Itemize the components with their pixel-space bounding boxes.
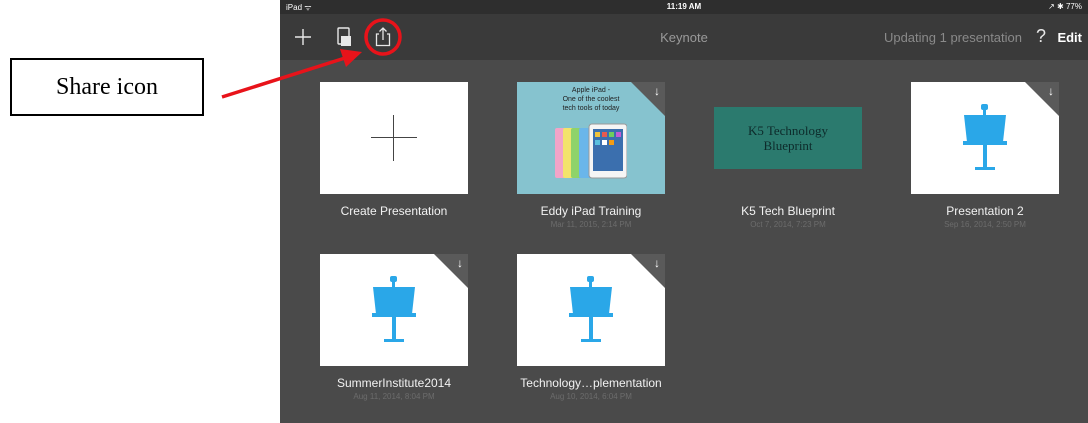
presentation-thumbnail[interactable]: K5 Technology Blueprint (714, 82, 862, 194)
tile-title: Technology…plementation (520, 376, 662, 390)
create-thumbnail[interactable] (320, 82, 468, 194)
thumbnail-caption: K5 Technology Blueprint (747, 123, 829, 153)
k5-slide: K5 Technology Blueprint (714, 107, 862, 169)
battery-status: ↗ ✱ 77% (1048, 2, 1082, 11)
tile-date: Aug 11, 2014, 8:04 PM (353, 392, 435, 401)
create-presentation-tile[interactable]: Create Presentation (320, 82, 468, 218)
callout-label: Share icon (56, 73, 158, 100)
status-bar: iPad ᯤ 11:19 AM ↗ ✱ 77% (280, 0, 1088, 14)
share-icon-callout: Share icon (10, 58, 204, 116)
tile-date: Oct 7, 2014, 7:23 PM (750, 220, 826, 229)
tile-title: SummerInstitute2014 (336, 376, 452, 390)
keynote-icon (372, 276, 416, 342)
tile-title: K5 Tech Blueprint (741, 204, 835, 218)
tile-title: Create Presentation (340, 204, 448, 218)
tile-date: Mar 11, 2015, 2:14 PM (550, 220, 632, 229)
thumbnail-caption: Apple iPad - One of the coolest tech too… (562, 87, 620, 112)
download-icon[interactable]: ↓ (654, 84, 660, 98)
presentation-thumbnail[interactable]: ↓ (517, 254, 665, 366)
tile-date: Aug 10, 2014, 6:04 PM (550, 392, 632, 401)
tile-date: Sep 16, 2014, 2:50 PM (944, 220, 1026, 229)
help-button[interactable]: ? (1036, 26, 1046, 47)
ipad-devices-image (555, 123, 627, 179)
download-icon[interactable]: ↓ (654, 256, 660, 270)
presentation-tile[interactable]: Apple iPad - One of the coolest tech too… (517, 82, 665, 229)
presentation-tile[interactable]: ↓ SummerInstitute2014 Aug 11, 2014, 8:04… (320, 254, 468, 401)
presentation-thumbnail[interactable]: ↓ (320, 254, 468, 366)
plus-icon (371, 115, 417, 161)
presentation-thumbnail[interactable]: ↓ (911, 82, 1059, 194)
keynote-icon (569, 276, 613, 342)
clock: 11:19 AM (666, 2, 702, 11)
keynote-icon (963, 104, 1007, 170)
presentation-tile[interactable]: ↓ Technology…plementation Aug 10, 2014, … (517, 254, 665, 401)
download-icon[interactable]: ↓ (1048, 84, 1054, 98)
toolbar: Keynote Updating 1 presentation ? Edit (280, 14, 1088, 60)
ipad-screen: iPad ᯤ 11:19 AM ↗ ✱ 77% Keynote Updating… (280, 0, 1088, 423)
tile-title: Eddy iPad Training (540, 204, 642, 218)
presentation-tile[interactable]: K5 Technology Blueprint K5 Tech Blueprin… (714, 82, 862, 229)
presentation-thumbnail[interactable]: Apple iPad - One of the coolest tech too… (517, 82, 665, 194)
download-icon[interactable]: ↓ (457, 256, 463, 270)
presentation-tile[interactable]: ↓ Presentation 2 Sep 16, 2014, 2:50 PM (911, 82, 1059, 229)
tile-title: Presentation 2 (946, 204, 1024, 218)
edit-button[interactable]: Edit (1057, 30, 1082, 45)
sync-status: Updating 1 presentation (883, 30, 1022, 45)
